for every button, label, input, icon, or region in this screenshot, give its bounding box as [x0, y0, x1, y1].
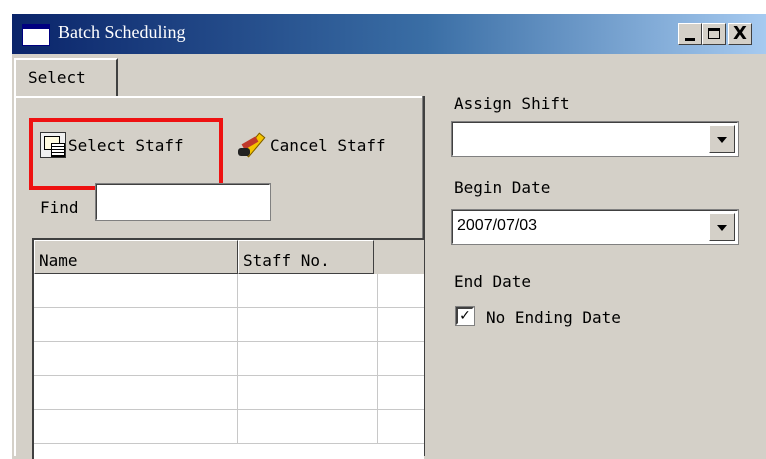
table-row[interactable]	[34, 274, 424, 308]
chevron-down-icon[interactable]	[709, 213, 735, 241]
table-row[interactable]	[34, 376, 424, 410]
grid-header: Name Staff No.	[34, 240, 424, 274]
eraser-icon	[238, 130, 268, 160]
no-ending-date-label: No Ending Date	[486, 308, 621, 327]
assign-shift-dropdown[interactable]	[451, 121, 739, 157]
window-icon	[22, 24, 50, 46]
highlight-box	[29, 118, 223, 190]
begin-date-value: 2007/07/03	[457, 217, 538, 234]
begin-date-label: Begin Date	[454, 178, 551, 197]
table-row[interactable]	[34, 342, 424, 376]
column-header-filler	[374, 240, 424, 274]
find-input[interactable]	[95, 183, 271, 221]
find-label: Find	[40, 198, 79, 217]
cancel-staff-label: Cancel Staff	[270, 135, 386, 155]
close-button[interactable]: X	[728, 23, 752, 45]
assign-shift-label: Assign Shift	[454, 94, 570, 113]
window-title: Batch Scheduling	[58, 22, 186, 42]
maximize-button[interactable]	[702, 23, 726, 45]
end-date-label: End Date	[454, 272, 532, 291]
table-row[interactable]	[34, 410, 424, 444]
cancel-staff-button[interactable]: Cancel Staff	[238, 130, 386, 160]
tab-select[interactable]: Select	[14, 58, 118, 98]
column-header-name[interactable]: Name	[34, 240, 238, 274]
grid-body	[34, 274, 424, 459]
staff-grid[interactable]: Name Staff No.	[32, 238, 424, 459]
column-header-staff-no[interactable]: Staff No.	[238, 240, 374, 274]
tab-select-label: Select	[28, 68, 86, 87]
chevron-down-icon[interactable]	[709, 125, 735, 153]
minimize-button[interactable]	[678, 23, 702, 45]
title-bar[interactable]: Batch Scheduling X	[12, 14, 766, 54]
no-ending-date-checkbox[interactable]: ✓	[455, 306, 475, 326]
begin-date-dropdown[interactable]: 2007/07/03	[451, 209, 739, 245]
table-row[interactable]	[34, 308, 424, 342]
